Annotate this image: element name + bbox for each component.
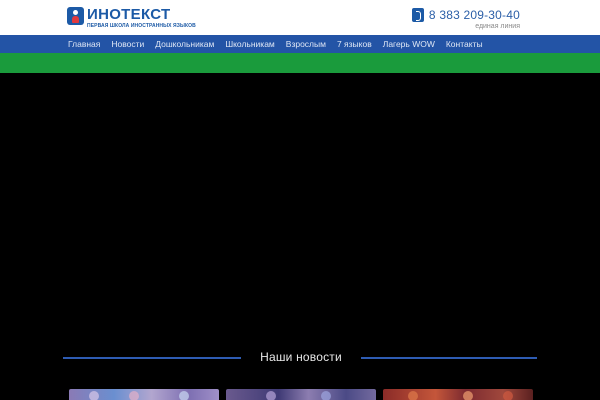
logo-text: ИНОТЕКСТ ПЕРВАЯ ШКОЛА ИНОСТРАННЫХ ЯЗЫКОВ: [87, 7, 196, 29]
page: ИНОТЕКСТ ПЕРВАЯ ШКОЛА ИНОСТРАННЫХ ЯЗЫКОВ…: [0, 0, 600, 400]
nav-item-preschool[interactable]: Дошкольникам: [155, 39, 214, 49]
nav-item-news[interactable]: Новости: [111, 39, 144, 49]
accent-bar: [0, 53, 600, 73]
news-thumbnail-3[interactable]: [383, 389, 533, 400]
nav-item-camp-wow[interactable]: Лагерь WOW: [383, 39, 435, 49]
brand-name: ИНОТЕКСТ: [87, 6, 171, 23]
nav-item-adults[interactable]: Взрослым: [286, 39, 326, 49]
nav-item-schoolchildren[interactable]: Школьникам: [225, 39, 274, 49]
phone-icon: [411, 8, 424, 22]
news-heading: Наши новости: [0, 350, 600, 366]
nav-item-7-languages[interactable]: 7 языков: [337, 39, 372, 49]
news-thumbnail-1[interactable]: [69, 389, 219, 400]
logo[interactable]: ИНОТЕКСТ ПЕРВАЯ ШКОЛА ИНОСТРАННЫХ ЯЗЫКОВ: [67, 7, 196, 29]
phone-note: единая линия: [475, 23, 520, 30]
main-nav: Главная Новости Дошкольникам Школьникам …: [0, 35, 600, 53]
news-thumbnail-2[interactable]: [226, 389, 376, 400]
phone-block[interactable]: 8 383 209-30-40: [411, 8, 520, 22]
divider-left: [63, 357, 241, 359]
hero-video[interactable]: [0, 73, 600, 333]
brand-tagline: ПЕРВАЯ ШКОЛА ИНОСТРАННЫХ ЯЗЫКОВ: [87, 23, 196, 29]
phone-number[interactable]: 8 383 209-30-40: [429, 8, 520, 22]
nav-list: Главная Новости Дошкольникам Школьникам …: [68, 35, 494, 53]
logo-icon: [67, 7, 84, 25]
divider-right: [361, 357, 537, 359]
news-title: Наши новости: [260, 350, 342, 364]
header: ИНОТЕКСТ ПЕРВАЯ ШКОЛА ИНОСТРАННЫХ ЯЗЫКОВ…: [0, 0, 600, 35]
nav-item-contacts[interactable]: Контакты: [446, 39, 483, 49]
nav-item-home[interactable]: Главная: [68, 39, 100, 49]
